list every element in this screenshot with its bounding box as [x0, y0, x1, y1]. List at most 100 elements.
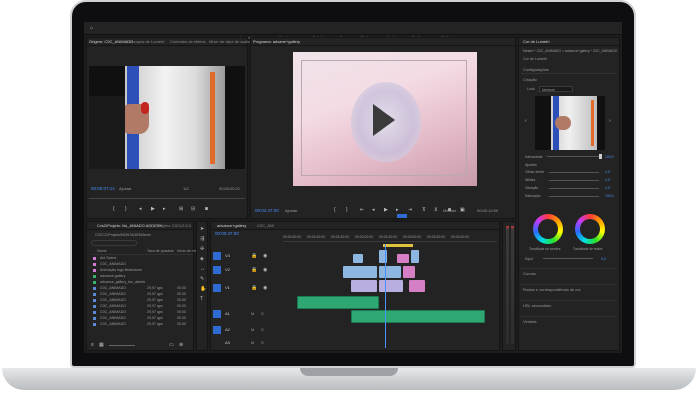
slider-track[interactable]	[549, 188, 599, 189]
go-to-in-icon[interactable]: ⇤	[360, 207, 364, 213]
track-select-icon[interactable]: ⇶	[200, 236, 204, 242]
tab-project-2[interactable]: Projeto: C0CL2.0.0	[157, 223, 191, 228]
slider-value[interactable]: 0,0	[605, 185, 610, 191]
section-header[interactable]: Rodas e correspondência de cor	[521, 284, 617, 294]
tab-sequence-2[interactable]: C0C_ANI	[257, 223, 274, 228]
column-name[interactable]: Nome	[97, 249, 107, 253]
timeline-timecode[interactable]: 00:00:47:00	[215, 231, 239, 237]
slip-icon[interactable]: ↔	[200, 266, 205, 272]
slider-handle[interactable]	[599, 154, 602, 159]
mark-in-icon[interactable]: {	[113, 206, 115, 212]
source-patch[interactable]	[213, 326, 221, 334]
look-select[interactable]: Nenhum	[539, 86, 573, 92]
work-area-bar[interactable]	[383, 244, 413, 247]
source-scrubber[interactable]	[89, 195, 245, 199]
new-item-icon[interactable]: ⊕	[179, 342, 183, 348]
list-view-icon[interactable]: ≡	[91, 342, 94, 348]
source-patch[interactable]	[213, 252, 221, 260]
solo-button[interactable]: S	[261, 327, 264, 333]
new-bin-icon[interactable]: ▭	[169, 342, 174, 348]
section-header[interactable]: HSL secundário	[521, 300, 617, 310]
export-frame-icon[interactable]: ◙	[448, 207, 451, 213]
tab-source[interactable]: Origem: C0C_ANIMADO	[89, 39, 133, 44]
video-clip[interactable]	[379, 266, 401, 278]
prev-look-icon[interactable]: ‹	[525, 118, 527, 124]
search-input[interactable]	[91, 240, 137, 246]
overwrite-icon[interactable]: ⊟	[191, 206, 195, 212]
tab-lumetri-color[interactable]: Cor de Lumetri	[523, 39, 549, 44]
track-header-v1[interactable]: V1 🔒 ◉	[211, 282, 281, 294]
column-frame-rate[interactable]: Taxa de quadros	[147, 249, 174, 253]
mute-button[interactable]: M	[251, 311, 254, 317]
lock-icon[interactable]: 🔒	[251, 253, 257, 259]
balance-slider[interactable]	[543, 258, 593, 259]
lock-icon[interactable]: 🔒	[251, 285, 257, 291]
video-clip[interactable]	[353, 254, 363, 263]
solo-button[interactable]: S	[261, 340, 264, 346]
pen-icon[interactable]: ✎	[200, 276, 204, 282]
section-header[interactable]: Curvas	[521, 268, 617, 278]
home-icon[interactable]: ⌂	[90, 25, 93, 31]
insert-icon[interactable]: ⊞	[179, 206, 183, 212]
tab-project[interactable]: Cvs2/Projeto: No_ANIADO ADDESK	[97, 223, 162, 228]
source-fit-select[interactable]: Ajustar	[119, 186, 131, 192]
intensity-value[interactable]: 100,0	[605, 154, 614, 160]
lock-icon[interactable]: 🔒	[251, 267, 257, 273]
video-clip[interactable]	[409, 280, 425, 292]
slider-value[interactable]: 0,0	[605, 177, 610, 183]
source-patch[interactable]	[213, 310, 221, 318]
slider-value[interactable]: 100,0	[605, 193, 614, 199]
lift-icon[interactable]: ⊼	[422, 207, 426, 213]
slider-track[interactable]	[549, 172, 599, 173]
tab-sequence[interactable]: advance+gallery	[217, 223, 246, 228]
track-header-v2[interactable]: V2 🔒 ◉	[211, 264, 281, 276]
playhead[interactable]	[385, 244, 386, 348]
eye-icon[interactable]: ◉	[263, 253, 267, 259]
source-timecode[interactable]: 00:00:07:14	[91, 186, 115, 192]
track-header-v3[interactable]: V3 🔒 ◉	[211, 250, 281, 262]
section-header[interactable]: Configurações	[521, 66, 617, 74]
play-icon[interactable]: ▶	[151, 206, 155, 212]
type-icon[interactable]: T	[200, 296, 203, 302]
video-clip[interactable]	[343, 266, 377, 278]
video-clip[interactable]	[379, 280, 403, 292]
mark-out-icon[interactable]: }	[125, 206, 127, 212]
tab-effect-controls[interactable]: Controles de efeitos	[170, 39, 206, 44]
highlight-tint-wheel[interactable]	[575, 214, 605, 244]
slider-row[interactable]: Vibração 0,0	[525, 185, 617, 192]
shadow-tint-wheel[interactable]	[533, 214, 563, 244]
icon-view-icon[interactable]: ▦	[99, 342, 104, 348]
source-patch[interactable]	[213, 284, 221, 292]
slider-track[interactable]	[549, 180, 599, 181]
track-header-a3[interactable]: A3 M S	[211, 338, 281, 348]
play-icon[interactable]: ▶	[384, 207, 388, 213]
track-header-a1[interactable]: A1 M S	[211, 308, 281, 320]
next-look-icon[interactable]: ›	[609, 118, 611, 124]
zoom-slider[interactable]	[109, 345, 135, 346]
video-clip[interactable]	[403, 266, 415, 278]
audio-clip[interactable]	[351, 310, 485, 323]
balance-value[interactable]: 0,0	[601, 256, 606, 262]
step-forward-icon[interactable]: ▸	[163, 206, 166, 212]
eye-icon[interactable]: ◉	[263, 267, 267, 273]
mute-button[interactable]: M	[251, 340, 254, 346]
lumetri-breadcrumb[interactable]: Mestre * C0C_ANIMADO > advance+gallery *…	[523, 48, 617, 54]
solo-button[interactable]: S	[261, 311, 264, 317]
step-back-icon[interactable]: ◂	[372, 207, 375, 213]
mute-button[interactable]: M	[251, 327, 254, 333]
source-zoom-select[interactable]: 1/2	[183, 186, 189, 192]
video-clip[interactable]	[411, 250, 419, 263]
slider-track[interactable]	[549, 196, 599, 197]
video-clip[interactable]	[351, 280, 377, 292]
step-forward-icon[interactable]: ▸	[396, 207, 399, 213]
export-frame-icon[interactable]: ◙	[205, 206, 208, 212]
source-patch[interactable]	[213, 266, 221, 274]
video-clip[interactable]	[397, 254, 409, 263]
intensity-slider[interactable]	[547, 154, 602, 159]
list-item[interactable]: C0C_ANIMADO 29,97 qps 00:00	[93, 322, 193, 328]
slider-row[interactable]: Ofmar desbt 0,0	[525, 169, 617, 176]
ripple-edit-icon[interactable]: ✣	[200, 246, 204, 252]
selection-tool-icon[interactable]: ➤	[200, 226, 204, 232]
tab-audio-mixer[interactable]: Mixer de clipe de áudio	[209, 39, 250, 44]
extract-icon[interactable]: ⊻	[434, 207, 438, 213]
